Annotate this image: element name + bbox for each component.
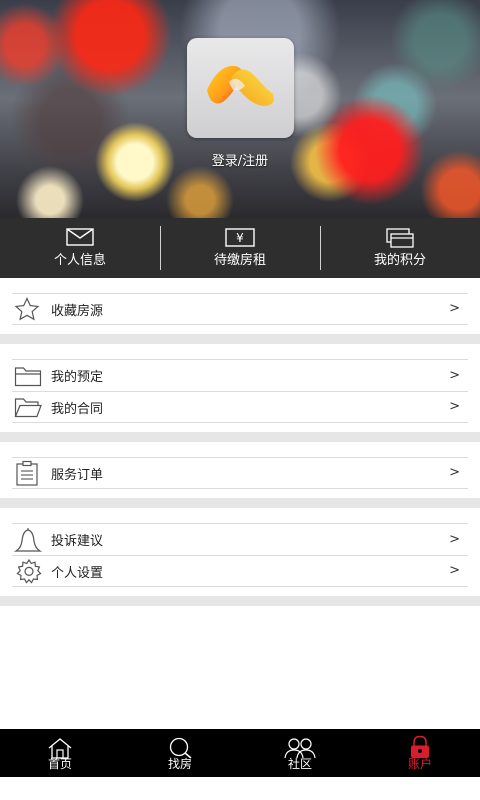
menu-item-favorites[interactable]: 收藏房源 > — [12, 293, 468, 325]
chevron-right-icon: > — [449, 367, 460, 383]
menu-group-account: 投诉建议 > 个人设置 > — [0, 508, 480, 606]
quick-action-points[interactable]: 我的积分 — [320, 218, 480, 278]
app-logo-icon — [207, 65, 274, 106]
quick-action-label: 我的积分 — [373, 253, 426, 268]
menu-item-service-orders[interactable]: 服务订单 > — [12, 457, 468, 489]
menu-item-settings[interactable]: 个人设置 > — [12, 555, 468, 587]
bottom-strip — [0, 777, 480, 800]
folder-icon — [14, 366, 42, 386]
tab-community[interactable]: 社区 — [240, 729, 360, 777]
menu-item-label: 服务订单 — [51, 467, 104, 483]
quick-action-profile[interactable]: 个人信息 — [0, 218, 160, 278]
yen-bill-icon: ¥ — [225, 228, 255, 247]
account-menu: 收藏房源 > 我的预定 > 我的合同 > 服务订单 > 投诉建议 > 个人设置 … — [0, 278, 480, 606]
quick-action-label: 个人信息 — [53, 253, 106, 268]
header-banner: 登录/注册 — [0, 0, 480, 218]
menu-group-favorites: 收藏房源 > — [0, 278, 480, 344]
avatar[interactable] — [187, 38, 294, 138]
chevron-right-icon: > — [449, 399, 460, 415]
envelope-icon — [66, 228, 94, 246]
quick-action-label: 待缴房租 — [213, 253, 266, 268]
chevron-right-icon: > — [449, 465, 460, 481]
tab-home[interactable]: 首页 — [0, 729, 120, 777]
tab-account[interactable]: 账户 — [360, 729, 480, 777]
menu-item-complaints[interactable]: 投诉建议 > — [12, 523, 468, 555]
menu-group-bookings: 我的预定 > 我的合同 > — [0, 344, 480, 442]
gear-icon — [16, 558, 42, 584]
tab-find-house[interactable]: 找房 — [120, 729, 240, 777]
tab-label: 社区 — [287, 756, 312, 771]
login-register-link[interactable]: 登录/注册 — [0, 150, 480, 169]
menu-group-services: 服务订单 > — [0, 442, 480, 508]
star-icon — [14, 297, 40, 321]
quick-actions-bar: 个人信息 ¥ 待缴房租 我的积分 — [0, 218, 480, 278]
quick-action-rent-due[interactable]: ¥ 待缴房租 — [160, 218, 320, 278]
cards-icon — [386, 228, 414, 248]
tab-label: 找房 — [167, 756, 192, 771]
menu-item-label: 我的预定 — [51, 370, 104, 385]
chevron-right-icon: > — [449, 531, 460, 547]
chevron-right-icon: > — [449, 563, 460, 579]
menu-item-label: 投诉建议 — [51, 534, 104, 549]
menu-item-label: 我的合同 — [51, 401, 104, 417]
bottom-tab-bar: 首页 找房 社区 账户 — [0, 729, 480, 777]
chevron-right-icon: > — [449, 301, 460, 317]
svg-text:¥: ¥ — [236, 231, 244, 245]
menu-item-reservations[interactable]: 我的预定 > — [12, 359, 468, 391]
menu-item-label: 收藏房源 — [51, 303, 104, 319]
tab-label: 账户 — [407, 756, 432, 771]
menu-item-label: 个人设置 — [51, 565, 104, 581]
open-folder-icon — [14, 398, 42, 418]
tab-label: 首页 — [47, 756, 72, 771]
menu-item-contracts[interactable]: 我的合同 > — [12, 391, 468, 423]
bell-icon — [14, 527, 42, 552]
clipboard-icon — [16, 460, 38, 486]
